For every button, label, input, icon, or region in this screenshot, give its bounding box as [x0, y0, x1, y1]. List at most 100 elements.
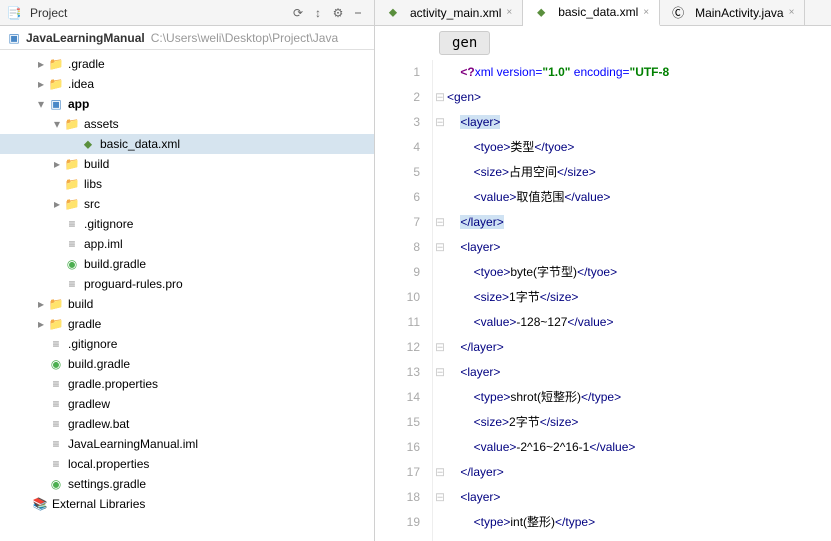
- tree-node[interactable]: ◉settings.gradle: [0, 474, 374, 494]
- code-line[interactable]: <type>int(整形)</type>: [447, 510, 831, 535]
- code-line[interactable]: </layer>: [447, 460, 831, 485]
- fold-marker[interactable]: ⊟: [433, 460, 447, 485]
- fold-marker[interactable]: [433, 60, 447, 85]
- hide-icon[interactable]: ⎯: [348, 3, 368, 23]
- fold-marker[interactable]: [433, 385, 447, 410]
- fold-marker[interactable]: [433, 435, 447, 460]
- editor-tab[interactable]: ⬥basic_data.xml×: [523, 0, 660, 26]
- fold-marker[interactable]: ⊟: [433, 235, 447, 260]
- editor-panel: ⬥activity_main.xml×⬥basic_data.xml×ⒸMain…: [375, 0, 831, 541]
- fold-marker[interactable]: [433, 410, 447, 435]
- tree-node[interactable]: ≡app.iml: [0, 234, 374, 254]
- expand-arrow-icon[interactable]: ▸: [34, 297, 48, 311]
- fold-marker[interactable]: [433, 260, 447, 285]
- project-root-row[interactable]: ▣ JavaLearningManual C:\Users\weli\Deskt…: [0, 26, 374, 50]
- sync-icon[interactable]: ⟳: [288, 3, 308, 23]
- fold-marker[interactable]: ⊟: [433, 210, 447, 235]
- file-icon: ◉: [64, 256, 80, 272]
- code-line[interactable]: <?xml version="1.0" encoding="UTF-8: [447, 60, 831, 85]
- close-icon[interactable]: ×: [789, 7, 795, 18]
- code-line[interactable]: </layer>: [447, 210, 831, 235]
- fold-marker[interactable]: ⊟: [433, 85, 447, 110]
- fold-marker[interactable]: [433, 160, 447, 185]
- tree-node[interactable]: ≡gradle.properties: [0, 374, 374, 394]
- editor-tabs: ⬥activity_main.xml×⬥basic_data.xml×ⒸMain…: [375, 0, 831, 26]
- code-editor[interactable]: 12345678910111213141516171819 ⊟⊟ ⊟⊟ ⊟⊟ ⊟…: [375, 60, 831, 541]
- tree-node[interactable]: ≡proguard-rules.pro: [0, 274, 374, 294]
- expand-arrow-icon[interactable]: ▸: [34, 317, 48, 331]
- collapse-icon[interactable]: ↕: [308, 3, 328, 23]
- tab-file-icon: ⬥: [533, 4, 549, 20]
- code-line[interactable]: <value>-128~127</value>: [447, 310, 831, 335]
- expand-arrow-icon[interactable]: ▾: [50, 117, 64, 131]
- code-line[interactable]: <gen>: [447, 85, 831, 110]
- tree-node[interactable]: ▸📁build: [0, 294, 374, 314]
- code-line[interactable]: <layer>: [447, 110, 831, 135]
- fold-marker[interactable]: [433, 185, 447, 210]
- tree-node[interactable]: ≡JavaLearningManual.iml: [0, 434, 374, 454]
- code-line[interactable]: <tyoe>类型</tyoe>: [447, 135, 831, 160]
- tree-node[interactable]: ⬥basic_data.xml: [0, 134, 374, 154]
- file-icon: 📁: [48, 56, 64, 72]
- code-line[interactable]: <tyoe>byte(字节型)</tyoe>: [447, 260, 831, 285]
- close-icon[interactable]: ×: [506, 7, 512, 18]
- editor-tab[interactable]: ⒸMainActivity.java×: [660, 0, 805, 25]
- fold-marker[interactable]: [433, 510, 447, 535]
- code-line[interactable]: <value>取值范围</value>: [447, 185, 831, 210]
- fold-marker[interactable]: ⊟: [433, 335, 447, 360]
- file-icon: ≡: [64, 216, 80, 232]
- line-number: 18: [375, 485, 420, 510]
- tree-node[interactable]: ≡.gitignore: [0, 334, 374, 354]
- fold-marker[interactable]: [433, 310, 447, 335]
- tree-node[interactable]: ▾▣app: [0, 94, 374, 114]
- tree-node[interactable]: ▾📁assets: [0, 114, 374, 134]
- file-icon: ≡: [64, 236, 80, 252]
- breadcrumb-item[interactable]: gen: [439, 31, 490, 55]
- code-line[interactable]: <layer>: [447, 360, 831, 385]
- code-line[interactable]: <size>2字节</size>: [447, 410, 831, 435]
- file-icon: ≡: [48, 436, 64, 452]
- expand-arrow-icon[interactable]: ▸: [50, 197, 64, 211]
- tree-node-label: .gitignore: [68, 337, 117, 351]
- file-icon: ◉: [48, 476, 64, 492]
- tree-node-label: app: [68, 97, 89, 111]
- code-line[interactable]: <layer>: [447, 235, 831, 260]
- project-header: 📑 Project ⟳ ↕ ⚙ ⎯: [0, 0, 374, 26]
- code-line[interactable]: <type>shrot(短整形)</type>: [447, 385, 831, 410]
- fold-marker[interactable]: [433, 135, 447, 160]
- close-icon[interactable]: ×: [643, 7, 649, 18]
- fold-marker[interactable]: [433, 285, 447, 310]
- tree-node[interactable]: ▸📁src: [0, 194, 374, 214]
- expand-arrow-icon[interactable]: ▾: [34, 97, 48, 111]
- tree-node[interactable]: ≡.gitignore: [0, 214, 374, 234]
- tree-node[interactable]: ◉build.gradle: [0, 254, 374, 274]
- code-line[interactable]: <value>-2^16~2^16-1</value>: [447, 435, 831, 460]
- tree-node[interactable]: ≡gradlew.bat: [0, 414, 374, 434]
- code-line[interactable]: <layer>: [447, 485, 831, 510]
- fold-column[interactable]: ⊟⊟ ⊟⊟ ⊟⊟ ⊟⊟: [433, 60, 447, 541]
- line-number: 2: [375, 85, 420, 110]
- tree-node[interactable]: ▸📁build: [0, 154, 374, 174]
- tree-node[interactable]: ▸📁.gradle: [0, 54, 374, 74]
- editor-tab[interactable]: ⬥activity_main.xml×: [375, 0, 523, 25]
- code-line[interactable]: <size>1字节</size>: [447, 285, 831, 310]
- tree-node[interactable]: ≡local.properties: [0, 454, 374, 474]
- expand-arrow-icon[interactable]: ▸: [50, 157, 64, 171]
- expand-arrow-icon[interactable]: ▸: [34, 77, 48, 91]
- expand-arrow-icon[interactable]: ▸: [34, 57, 48, 71]
- project-tree[interactable]: ▸📁.gradle▸📁.idea▾▣app▾📁assets⬥basic_data…: [0, 50, 374, 541]
- tree-node[interactable]: ≡gradlew: [0, 394, 374, 414]
- fold-marker[interactable]: ⊟: [433, 485, 447, 510]
- tree-node[interactable]: ◉build.gradle: [0, 354, 374, 374]
- code-line[interactable]: </layer>: [447, 335, 831, 360]
- fold-marker[interactable]: ⊟: [433, 360, 447, 385]
- gear-icon[interactable]: ⚙: [328, 3, 348, 23]
- tree-node[interactable]: 📁libs: [0, 174, 374, 194]
- tree-node[interactable]: ▸📁.idea: [0, 74, 374, 94]
- code-line[interactable]: <size>占用空间</size>: [447, 160, 831, 185]
- tree-node[interactable]: 📚External Libraries: [0, 494, 374, 514]
- fold-marker[interactable]: ⊟: [433, 110, 447, 135]
- code-area[interactable]: <?xml version="1.0" encoding="UTF-8<gen>…: [447, 60, 831, 541]
- tree-node[interactable]: ▸📁gradle: [0, 314, 374, 334]
- project-title: Project: [26, 6, 288, 20]
